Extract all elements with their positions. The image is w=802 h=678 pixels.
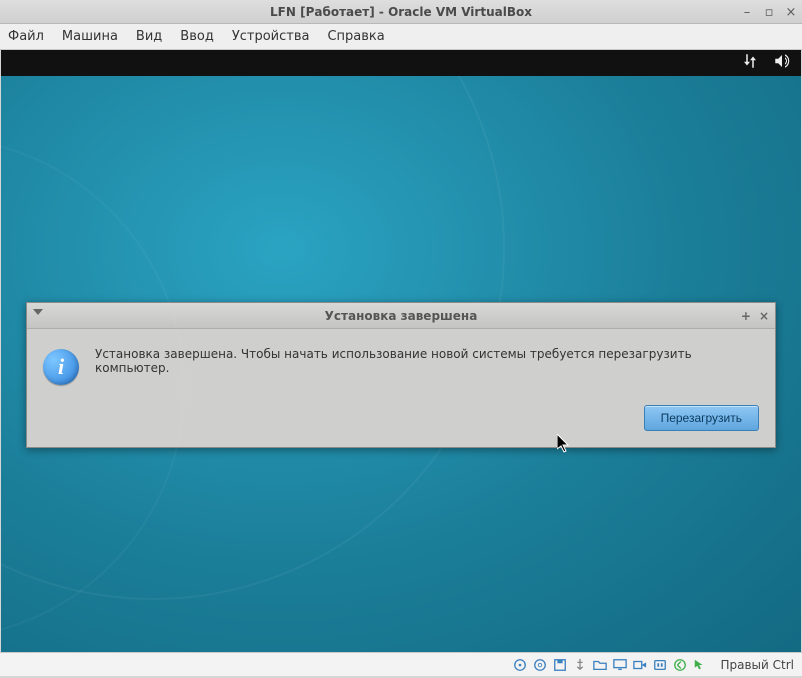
dialog-maximize-button[interactable]: + <box>741 309 751 323</box>
minimize-button[interactable]: – <box>740 5 754 20</box>
optical-icon[interactable] <box>532 657 548 673</box>
vbox-statusbar: Правый Ctrl <box>0 652 802 676</box>
window-controls: – ▫ × <box>740 0 798 24</box>
window-title: LFN [Работает] - Oracle VM VirtualBox <box>270 5 532 19</box>
dialog-titlebar[interactable]: Установка завершена + × <box>27 303 775 329</box>
guest-display: Установка завершена + × i Установка заве… <box>1 50 801 652</box>
dialog-actions: Перезагрузить <box>27 401 775 447</box>
close-button[interactable]: × <box>784 5 798 20</box>
mouse-integration-icon[interactable] <box>692 657 708 673</box>
host-key-label: Правый Ctrl <box>720 658 794 672</box>
guest-additions-icon[interactable] <box>672 657 688 673</box>
menu-input[interactable]: Ввод <box>180 29 214 44</box>
dialog-close-button[interactable]: × <box>759 309 769 323</box>
dialog-controls: + × <box>741 303 769 329</box>
usb-icon[interactable] <box>572 657 588 673</box>
dialog-message: Установка завершена. Чтобы начать исполь… <box>95 347 755 375</box>
dialog-body: i Установка завершена. Чтобы начать испо… <box>27 329 775 401</box>
dialog-title: Установка завершена <box>325 309 478 323</box>
menu-help[interactable]: Справка <box>327 29 384 44</box>
dialog-menu-icon[interactable] <box>33 309 43 315</box>
display-icon[interactable] <box>612 657 628 673</box>
network-icon[interactable] <box>741 52 759 74</box>
info-icon: i <box>43 349 79 385</box>
vbox-titlebar: LFN [Работает] - Oracle VM VirtualBox – … <box>0 0 802 24</box>
restart-button[interactable]: Перезагрузить <box>644 405 759 431</box>
maximize-button[interactable]: ▫ <box>762 5 776 20</box>
floppy-icon[interactable] <box>552 657 568 673</box>
vbox-menubar: Файл Машина Вид Ввод Устройства Справка <box>0 24 802 50</box>
hdd-icon[interactable] <box>512 657 528 673</box>
audio-icon[interactable] <box>652 657 668 673</box>
recording-icon[interactable] <box>632 657 648 673</box>
guest-top-panel <box>1 50 801 76</box>
menu-view[interactable]: Вид <box>136 29 162 44</box>
guest-desktop[interactable]: Установка завершена + × i Установка заве… <box>1 76 801 652</box>
install-complete-dialog: Установка завершена + × i Установка заве… <box>26 302 776 448</box>
volume-icon[interactable] <box>773 52 791 74</box>
menu-machine[interactable]: Машина <box>62 29 118 44</box>
menu-file[interactable]: Файл <box>8 29 44 44</box>
shared-folders-icon[interactable] <box>592 657 608 673</box>
menu-devices[interactable]: Устройства <box>232 29 310 44</box>
